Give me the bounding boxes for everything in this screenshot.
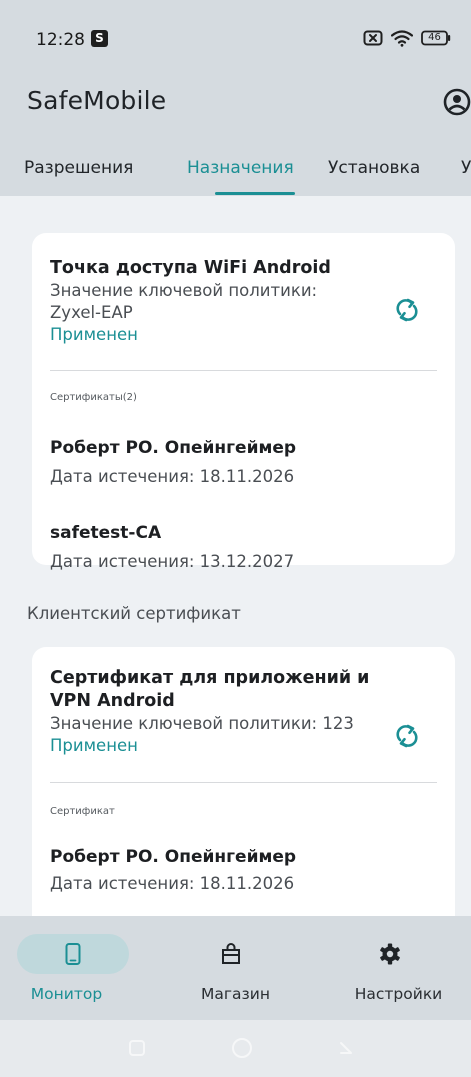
nav-store[interactable]: Магазин xyxy=(157,916,314,1020)
wifi-icon xyxy=(391,29,413,47)
app-screen: 12:28 S 46 SafeMobile Разрешения Назначе… xyxy=(0,0,471,1077)
policy-key-value: Zyxel-EAP xyxy=(50,303,133,322)
cert-name: safetest-CA xyxy=(50,523,162,543)
battery-level: 46 xyxy=(428,32,441,43)
cert-expiry: Дата истечения: 13.12.2027 xyxy=(50,552,295,571)
client-certificate-card[interactable]: Сертификат для приложений и VPN Android … xyxy=(32,647,455,916)
card-divider xyxy=(50,782,437,783)
back-button[interactable] xyxy=(336,1038,356,1062)
system-navigation-bar xyxy=(0,1020,471,1077)
policy-title: Сертификат для приложений и xyxy=(50,668,370,688)
policy-status: Применен xyxy=(50,325,138,344)
app-notification-icon: S xyxy=(91,30,108,47)
client-cert-info: Сертификат для приложений и VPN Android … xyxy=(50,667,390,757)
certificate-label: Сертификат xyxy=(50,806,115,817)
tab-installation[interactable]: Установка xyxy=(328,158,420,178)
section-label: Клиентский сертификат xyxy=(27,604,241,623)
active-tab-indicator xyxy=(215,192,295,195)
app-title: SafeMobile xyxy=(27,86,167,115)
account-icon[interactable] xyxy=(439,84,471,120)
shopping-bag-icon xyxy=(219,942,243,966)
app-bar: SafeMobile xyxy=(0,64,471,138)
nav-label: Настройки xyxy=(354,985,443,1003)
status-time: 12:28 xyxy=(36,30,85,50)
policy-key-value: Значение ключевой политики: 123 xyxy=(50,714,354,733)
battery-icon: 46 xyxy=(421,30,451,46)
tab-overflow[interactable]: У xyxy=(461,158,471,178)
nav-label: Магазин xyxy=(201,985,270,1003)
policy-key-label: Значение ключевой политики: xyxy=(50,281,318,300)
tab-bar: Разрешения Назначения Установка У xyxy=(0,138,471,196)
certificates-count-label: Сертификаты(2) xyxy=(50,392,137,403)
tab-permissions[interactable]: Разрешения xyxy=(24,158,133,178)
cert-expiry: Дата истечения: 18.11.2026 xyxy=(50,467,295,486)
gear-icon xyxy=(378,942,402,966)
wifi-policy-card[interactable]: Точка доступа WiFi Android Значение ключ… xyxy=(32,233,455,571)
nav-settings[interactable]: Настройки xyxy=(314,916,471,1020)
assignments-list[interactable]: Точка доступа WiFi Android Значение ключ… xyxy=(0,196,471,916)
card-divider xyxy=(50,370,437,371)
policy-status: Применен xyxy=(50,736,138,755)
bottom-navigation: Монитор Магазин Настройки xyxy=(0,916,471,1020)
sync-icon[interactable] xyxy=(391,294,423,326)
nav-monitor[interactable]: Монитор xyxy=(0,916,157,1020)
nav-label: Монитор xyxy=(30,985,103,1003)
policy-title-cont: VPN Android xyxy=(50,691,175,711)
cert-expiry: Дата истечения: 18.11.2026 xyxy=(50,874,295,893)
cert-name: Роберт РО. Опейнгеймер xyxy=(50,438,297,458)
status-bar: 12:28 S 46 xyxy=(0,0,471,64)
sim-off-icon xyxy=(363,30,383,46)
home-button[interactable] xyxy=(230,1036,254,1064)
cert-name: Роберт РО. Опейнгеймер xyxy=(50,847,297,867)
recents-button[interactable] xyxy=(127,1038,147,1062)
phone-icon xyxy=(61,942,85,966)
wifi-policy-info: Точка доступа WiFi Android Значение ключ… xyxy=(50,257,380,346)
tab-assignments[interactable]: Назначения xyxy=(187,158,294,178)
policy-title: Точка доступа WiFi Android xyxy=(50,258,331,278)
sync-icon[interactable] xyxy=(391,720,423,752)
status-icons: 46 xyxy=(363,29,451,47)
